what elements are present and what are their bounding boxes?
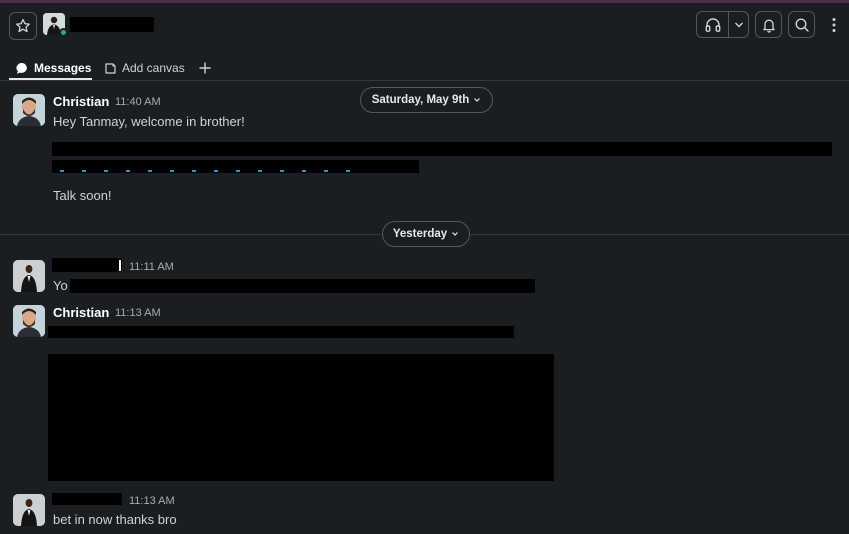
redacted-author-name[interactable]: [52, 258, 122, 272]
message-text: Hey Tanmay, welcome in brother!: [53, 114, 245, 129]
channel-tabs: Messages Add canvas: [0, 47, 849, 81]
date-divider-second[interactable]: Yesterday: [382, 221, 470, 247]
search-icon: [794, 17, 809, 32]
huddle-button-group[interactable]: [696, 11, 749, 38]
redacted-user-name[interactable]: [70, 17, 154, 32]
chevron-down-icon: [474, 98, 481, 102]
christian-photo: [13, 94, 45, 126]
message-timestamp[interactable]: 11:11 AM: [129, 261, 174, 273]
plus-icon: [199, 62, 211, 74]
chevron-down-icon: [452, 232, 459, 236]
channel-header: [0, 3, 849, 47]
person-photo: [13, 260, 45, 292]
message-text: Talk soon!: [53, 188, 112, 203]
avatar[interactable]: [13, 494, 45, 526]
headphones-icon: [705, 17, 720, 32]
kebab-icon: [832, 18, 836, 32]
message-timestamp[interactable]: 11:13 AM: [129, 495, 175, 507]
message-bubble-icon: [16, 62, 27, 74]
tab-messages-label: Messages: [34, 61, 92, 75]
message-timestamp[interactable]: 11:13 AM: [115, 307, 161, 319]
star-button[interactable]: [9, 12, 37, 40]
presence-status-dot: [59, 28, 68, 37]
date-divider-label: Yesterday: [392, 228, 448, 240]
tab-add-canvas[interactable]: Add canvas: [104, 55, 185, 81]
redacted-attachment[interactable]: [48, 354, 554, 481]
redacted-link-fragment: [60, 170, 360, 172]
active-tab-indicator: [9, 78, 92, 80]
message-author[interactable]: Christian: [53, 305, 109, 320]
christian-photo: [13, 305, 45, 337]
canvas-icon: [105, 62, 116, 74]
date-divider-label: Saturday, May 9th: [371, 94, 470, 106]
message-text: bet in now thanks bro: [53, 512, 177, 527]
huddle-button[interactable]: [697, 12, 728, 37]
redacted-text: [48, 326, 514, 338]
text-cursor: [119, 260, 121, 271]
redacted-author-name[interactable]: [52, 493, 122, 505]
tab-add-canvas-label: Add canvas: [122, 61, 185, 75]
message-text: Yo: [53, 278, 68, 293]
more-options-button[interactable]: [826, 13, 842, 37]
chevron-down-icon: [734, 22, 743, 27]
person-photo: [13, 494, 45, 526]
search-button[interactable]: [788, 11, 815, 38]
redacted-text: [52, 142, 832, 156]
bell-icon: [762, 19, 775, 33]
avatar[interactable]: [13, 260, 45, 292]
huddle-menu-button[interactable]: [728, 12, 748, 37]
redacted-text: [70, 279, 535, 293]
message-timestamp[interactable]: 11:40 AM: [115, 96, 161, 108]
message-author[interactable]: Christian: [53, 94, 109, 109]
add-tab-button[interactable]: [198, 55, 212, 81]
avatar[interactable]: [13, 94, 45, 126]
notifications-button[interactable]: [755, 11, 782, 38]
date-divider-first[interactable]: Saturday, May 9th: [360, 87, 493, 113]
avatar[interactable]: [13, 305, 45, 337]
star-icon: [16, 18, 30, 33]
